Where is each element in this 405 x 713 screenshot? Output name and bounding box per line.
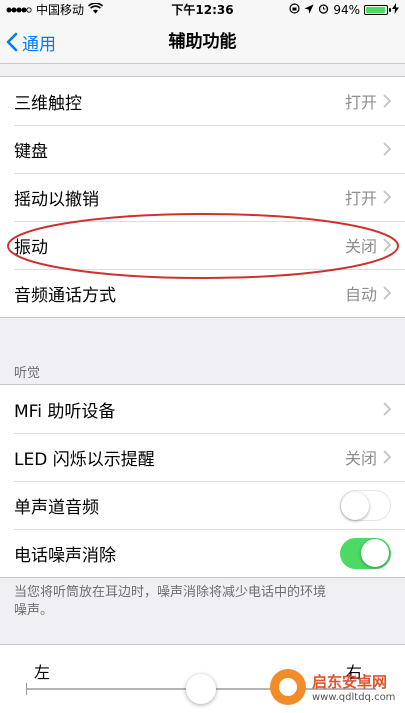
page-title: 辅助功能 [168,32,237,52]
status-bar: 中国移动 下午12:36 94% [0,0,405,20]
row-mono-audio: 单声道音频 [0,481,405,529]
row-value: 关闭 [344,449,377,468]
battery-fill [366,7,385,13]
chevron-right-icon [383,238,391,252]
settings-group-interaction: 三维触控 打开 键盘 摇动以撤销 打开 振动 关闭 音频通话方式 自动 [0,76,405,318]
balance-left-label: 左 [34,663,51,682]
row-shake-to-undo[interactable]: 摇动以撤销 打开 [0,173,405,221]
row-mfi-hearing-devices[interactable]: MFi 助听设备 [0,385,405,433]
row-value: 打开 [344,189,377,208]
row-label: 电话噪声消除 [14,545,116,566]
row-label: 摇动以撤销 [14,189,99,210]
row-led-flash-alerts[interactable]: LED 闪烁以示提醒 关闭 [0,433,405,481]
row-label: 单声道音频 [14,497,99,518]
section-header-hearing: 听觉 [14,366,41,381]
row-keyboard[interactable]: 键盘 [0,125,405,173]
row-value: 关闭 [344,237,377,256]
settings-group-hearing: MFi 助听设备 LED 闪烁以示提醒 关闭 单声道音频 电话噪声消除 [0,384,405,578]
row-label: MFi 助听设备 [14,401,116,422]
row-value: 打开 [344,93,377,112]
chevron-right-icon [383,450,391,464]
row-label: 键盘 [14,141,48,162]
battery-percent: 94% [333,3,360,17]
chevron-right-icon [383,142,391,156]
noise-cancellation-toggle[interactable] [340,537,391,569]
chevron-right-icon [383,94,391,108]
watermark: 启东安卓网 www.qdltdq.com [270,664,402,710]
balance-slider-thumb[interactable] [186,674,216,704]
chevron-right-icon [383,402,391,416]
mono-audio-toggle[interactable] [340,489,391,521]
toggle-knob [361,538,389,567]
navigation-bar: 通用 辅助功能 [0,20,405,64]
alarm-icon [318,0,329,20]
row-label: LED 闪烁以示提醒 [14,449,155,470]
chevron-right-icon [383,286,391,300]
charging-icon [392,0,399,20]
orientation-lock-icon [289,0,300,20]
row-label: 音频通话方式 [14,285,116,306]
watermark-logo-icon [270,669,306,705]
row-label: 振动 [14,237,48,258]
row-value: 自动 [344,285,377,304]
row-phone-noise-cancellation: 电话噪声消除 [0,529,405,577]
status-right: 94% [289,0,399,20]
battery-icon [364,5,391,15]
chevron-right-icon [383,190,391,204]
toggle-knob [341,491,369,520]
row-label: 三维触控 [14,93,82,114]
watermark-url: www.qdltdq.com [312,692,396,703]
row-vibration[interactable]: 振动 关闭 [0,221,405,269]
noise-cancellation-footnote: 当您将听筒放在耳边时，噪声消除将减少电话中的环境噪声。 [14,585,327,618]
row-call-audio-routing[interactable]: 音频通话方式 自动 [0,269,405,317]
watermark-name: 启东安卓网 [312,673,388,691]
slider-tick [26,683,27,695]
row-3d-touch[interactable]: 三维触控 打开 [0,77,405,125]
location-icon [304,0,314,20]
